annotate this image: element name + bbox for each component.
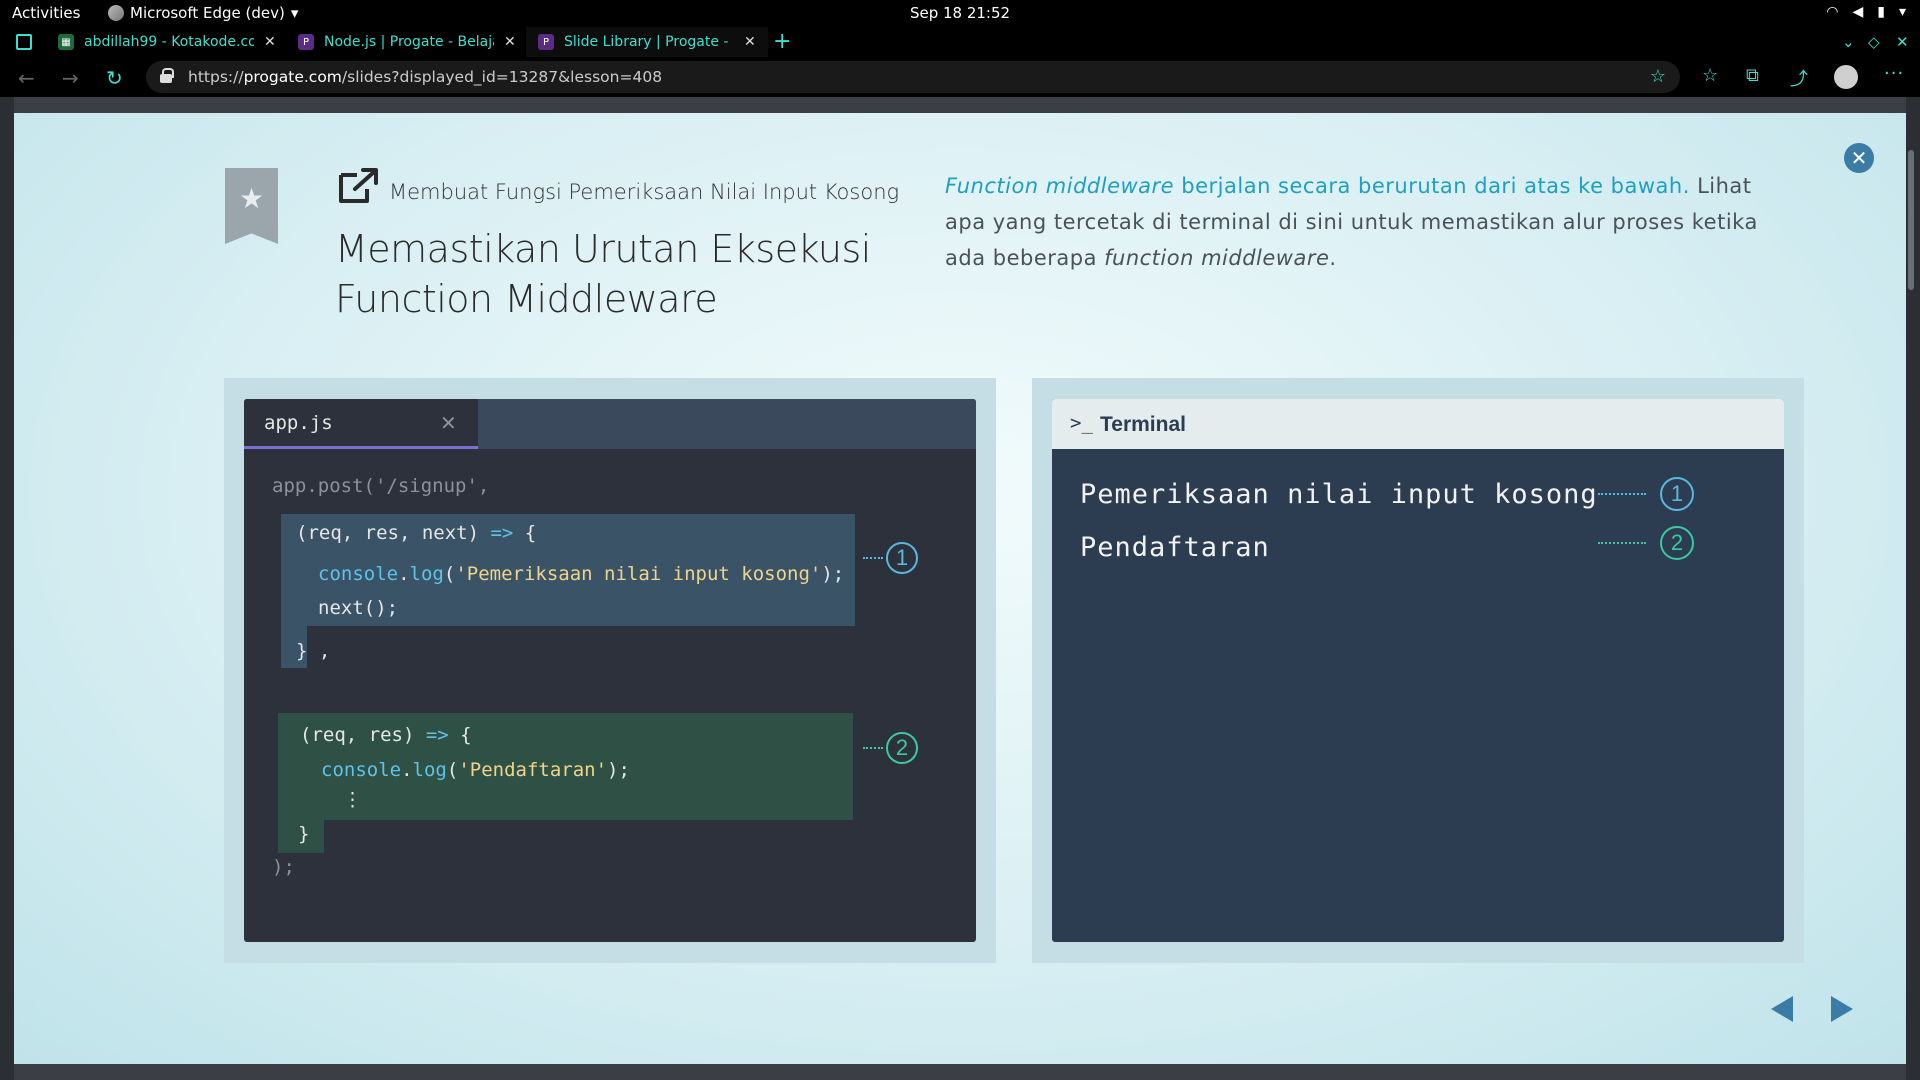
- marker-number: 2: [1660, 526, 1694, 560]
- marker-number: 1: [886, 542, 918, 574]
- browser-tab-nodejs[interactable]: P Node.js | Progate - Belajar ✕: [286, 27, 528, 57]
- terminal-panel: >_ Terminal Pemeriksaan nilai input koso…: [1032, 378, 1804, 963]
- navigation-bar: ← → ↻ https://progate.com/slides?display…: [0, 57, 1920, 97]
- forward-icon[interactable]: →: [62, 66, 79, 90]
- code-line: next();: [318, 597, 399, 619]
- share-icon[interactable]: ⤴: [1790, 65, 1808, 91]
- system-top-bar: Activities Microsoft Edge (dev) ▾ Sep 18…: [0, 0, 1920, 27]
- code-line: );: [272, 856, 295, 878]
- back-icon[interactable]: ←: [18, 66, 35, 90]
- code-line: (req, res) => {: [300, 724, 472, 746]
- marker-number: 2: [886, 732, 918, 764]
- sheet-icon: ▦: [58, 34, 74, 50]
- code-editor: app.js ✕ app.post('/signup', (req, res, …: [244, 399, 976, 942]
- bookmark-button[interactable]: ★: [225, 168, 278, 244]
- browser-tab-kotakode[interactable]: ▦ abdillah99 - Kotakode.com ✕: [46, 27, 288, 57]
- next-slide-icon[interactable]: [1831, 996, 1853, 1022]
- close-tab-icon[interactable]: ✕: [504, 34, 516, 50]
- more-icon[interactable]: ···: [1884, 63, 1904, 84]
- terminal: >_ Terminal Pemeriksaan nilai input koso…: [1052, 399, 1784, 942]
- marker-number: 1: [1660, 477, 1694, 511]
- close-slide-button[interactable]: ✕: [1844, 143, 1874, 173]
- previous-slide-icon[interactable]: [1771, 996, 1793, 1022]
- scrollbar-thumb[interactable]: [1908, 150, 1914, 290]
- code-line: ⋮: [343, 789, 362, 811]
- slide-subtitle: Membuat Fungsi Pemeriksaan Nilai Input K…: [389, 180, 900, 204]
- close-icon[interactable]: ✕: [440, 411, 457, 435]
- code-line: } ,: [296, 640, 331, 662]
- terminal-marker-1: 1: [1598, 477, 1694, 511]
- marker-2: 2: [863, 732, 918, 764]
- new-tab-button[interactable]: +: [773, 29, 791, 54]
- app-menu[interactable]: Microsoft Edge (dev) ▾: [108, 4, 298, 22]
- add-favorite-icon[interactable]: ☆: [1650, 66, 1666, 87]
- code-line: app.post('/signup',: [272, 475, 490, 497]
- app-menu-label: Microsoft Edge (dev): [130, 4, 285, 22]
- progate-icon: P: [538, 34, 554, 50]
- wifi-icon: ◠: [1826, 4, 1839, 20]
- tab-actions-icon[interactable]: [16, 34, 32, 50]
- file-tab[interactable]: app.js ✕: [244, 399, 478, 449]
- marker-connector: [863, 557, 883, 559]
- marker-connector: [863, 747, 883, 749]
- refresh-icon[interactable]: ↻: [106, 66, 123, 90]
- tab-title: abdillah99 - Kotakode.com: [84, 34, 254, 50]
- code-line: console.log('Pendaftaran');: [321, 759, 630, 781]
- terminal-marker-2: 2: [1598, 526, 1694, 560]
- slide-navigation: [1771, 996, 1853, 1022]
- terminal-output-line: Pemeriksaan nilai input kosong: [1080, 479, 1598, 510]
- terminal-output-line: Pendaftaran: [1080, 532, 1270, 563]
- tab-strip: ▦ abdillah99 - Kotakode.com ✕ P Node.js …: [0, 27, 1920, 57]
- tab-title: Node.js | Progate - Belajar: [324, 34, 494, 50]
- chevron-down-icon: ▾: [1898, 4, 1906, 20]
- marker-connector: [1598, 493, 1646, 495]
- backdrop-left: [0, 97, 14, 1080]
- marker-1: 1: [863, 542, 918, 574]
- activities-button[interactable]: Activities: [12, 4, 80, 22]
- close-tab-icon[interactable]: ✕: [264, 34, 276, 50]
- profile-avatar[interactable]: [1834, 65, 1858, 89]
- terminal-title: Terminal: [1100, 413, 1186, 436]
- slide-description: Function middleware berjalan secara beru…: [945, 174, 1758, 270]
- battery-icon: ▮: [1877, 4, 1885, 20]
- close-tab-icon[interactable]: ✕: [744, 34, 756, 50]
- collections-icon[interactable]: ⧉: [1746, 65, 1759, 86]
- code-line: (req, res, next) => {: [296, 522, 537, 544]
- external-link-icon[interactable]: [337, 167, 381, 205]
- tab-list-icon[interactable]: ⌄: [1842, 33, 1855, 51]
- close-window-icon[interactable]: ✕: [1896, 33, 1909, 51]
- marker-connector: [1598, 542, 1646, 544]
- code-panel: app.js ✕ app.post('/signup', (req, res, …: [224, 378, 996, 963]
- address-bar[interactable]: https://progate.com/slides?displayed_id=…: [146, 61, 1680, 93]
- lock-icon[interactable]: [160, 68, 174, 83]
- chevron-down-icon: ▾: [290, 4, 299, 22]
- tab-title: Slide Library | Progate - B: [564, 34, 734, 50]
- file-tab-label: app.js: [264, 412, 333, 434]
- terminal-header: >_ Terminal: [1052, 399, 1784, 449]
- minimize-icon[interactable]: ◇: [1868, 33, 1880, 51]
- url-text[interactable]: https://progate.com/slides?displayed_id=…: [188, 68, 662, 86]
- code-line: console.log('Pemeriksaan nilai input kos…: [318, 563, 845, 585]
- progate-icon: P: [298, 34, 314, 50]
- slide-title: Memastikan Urutan Eksekusi Function Midd…: [335, 227, 871, 321]
- browser-tab-slide-library[interactable]: P Slide Library | Progate - B ✕: [526, 27, 768, 57]
- volume-icon: ◀: [1852, 4, 1864, 20]
- edge-icon: [108, 5, 124, 21]
- terminal-prompt-icon: >_: [1070, 412, 1093, 434]
- code-line: }: [298, 823, 310, 845]
- system-tray[interactable]: ◠ ◀ ▮ ▾: [1826, 4, 1906, 20]
- star-icon: ★: [238, 182, 265, 215]
- favorites-icon[interactable]: ☆: [1702, 65, 1718, 86]
